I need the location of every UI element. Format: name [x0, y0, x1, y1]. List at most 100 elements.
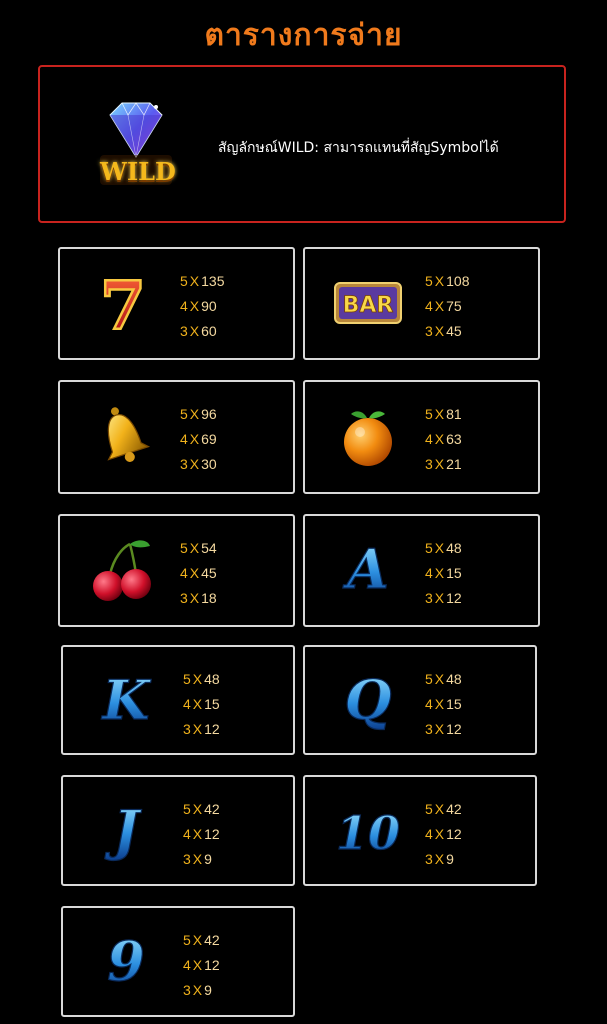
match-count: 5 [183, 671, 191, 687]
multiplier-value: 48 [446, 671, 462, 687]
svg-text:A: A [342, 537, 389, 601]
payout-row: 5 X 135 [180, 269, 225, 294]
times-sign: X [434, 273, 445, 289]
match-count: 4 [425, 565, 433, 581]
multiplier-value: 9 [446, 851, 454, 867]
payout-row: 5 X 42 [425, 797, 462, 822]
times-sign: X [192, 957, 203, 973]
payout-row: 5 X 108 [425, 269, 470, 294]
match-count: 4 [425, 431, 433, 447]
payout-list: 5 X 48 4 X 15 3 X 12 [425, 667, 462, 742]
multiplier-value: 15 [446, 565, 462, 581]
match-count: 4 [183, 696, 191, 712]
payout-row: 5 X 42 [183, 928, 220, 953]
match-count: 5 [180, 406, 188, 422]
payout-list: 5 X 48 4 X 15 3 X 12 [425, 536, 462, 611]
payout-list: 5 X 108 4 X 75 3 X 45 [425, 269, 470, 344]
multiplier-value: 42 [204, 801, 220, 817]
match-count: 4 [425, 826, 433, 842]
payout-row: 3X9 [425, 847, 462, 872]
payout-row: 5 X 96 [180, 402, 217, 427]
multiplier-value: 9 [204, 851, 212, 867]
multiplier-value: 12 [204, 826, 220, 842]
times-sign: X [434, 298, 445, 314]
times-sign: X [434, 456, 445, 472]
bar-icon: BAR [333, 267, 403, 339]
times-sign: X [434, 565, 445, 581]
letter-k-icon: K [91, 665, 161, 737]
payout-row: 3 X 12 [425, 586, 462, 611]
seven-icon: 7 [88, 266, 158, 347]
svg-text:BAR: BAR [343, 293, 394, 318]
match-count: 5 [425, 273, 433, 289]
match-count: 3 [425, 323, 433, 339]
match-count: 3 [425, 851, 433, 867]
payout-row: 4 X 45 [180, 561, 217, 586]
paytable-card: Q 5 X 48 4 X 15 3 X 12 [303, 645, 537, 755]
multiplier-value: 12 [204, 721, 220, 737]
times-sign: X [434, 671, 445, 687]
payout-row: 3 X 12 [425, 717, 462, 742]
payout-row: 3X9 [183, 847, 220, 872]
paytable-card: K 5 X 48 4 X 15 3 X 12 [61, 645, 295, 755]
match-count: 5 [425, 540, 433, 556]
times-sign: X [192, 982, 203, 998]
payout-row: 5 X 48 [425, 536, 462, 561]
payout-row: 4 X 15 [425, 561, 462, 586]
payout-list: 5 X 135 4 X 90 3 X 60 [180, 269, 225, 344]
svg-text:10: 10 [336, 806, 400, 860]
letter-q-icon: Q [333, 665, 403, 737]
times-sign: X [192, 801, 203, 817]
match-count: 3 [180, 456, 188, 472]
payout-list: 5 X 48 4 X 15 3 X 12 [183, 667, 220, 742]
times-sign: X [434, 851, 445, 867]
match-count: 4 [183, 957, 191, 973]
cherry-icon [88, 534, 158, 606]
payout-row: 4 X 63 [425, 427, 462, 452]
times-sign: X [434, 826, 445, 842]
number-9-icon: 9 [91, 926, 161, 998]
svg-text:Q: Q [344, 668, 391, 732]
times-sign: X [192, 826, 203, 842]
times-sign: X [189, 590, 200, 606]
payout-row: 4 X 75 [425, 294, 470, 319]
paytable-card: 10 5 X 42 4 X 12 3 X 9 [303, 775, 537, 886]
match-count: 3 [183, 982, 191, 998]
times-sign: X [189, 431, 200, 447]
match-count: 5 [425, 801, 433, 817]
svg-text:9: 9 [107, 929, 145, 993]
match-count: 4 [180, 565, 188, 581]
match-count: 4 [425, 696, 433, 712]
match-count: 5 [183, 932, 191, 948]
payout-row: 3 X 45 [425, 319, 470, 344]
payout-list: 5 X 96 4 X 69 3 X 30 [180, 402, 217, 477]
match-count: 5 [425, 671, 433, 687]
payout-list: 5 X 42 4 X 12 3 X 9 [183, 797, 220, 872]
letter-a-icon: A [333, 534, 403, 606]
multiplier-value: 48 [446, 540, 462, 556]
match-count: 3 [425, 590, 433, 606]
match-count: 3 [425, 456, 433, 472]
multiplier-value: 96 [201, 406, 217, 422]
multiplier-value: 108 [446, 273, 470, 289]
match-count: 5 [425, 406, 433, 422]
times-sign: X [189, 406, 200, 422]
payout-row: 5 X 42 [183, 797, 220, 822]
bell-icon [88, 400, 158, 472]
match-count: 3 [180, 590, 188, 606]
payout-list: 5 X 42 4 X 12 3 X 9 [425, 797, 462, 872]
match-count: 3 [183, 721, 191, 737]
multiplier-value: 18 [201, 590, 217, 606]
payout-list: 5 X 81 4 X 63 3 X 21 [425, 402, 462, 477]
payout-row: 4 X 12 [183, 953, 220, 978]
multiplier-value: 45 [201, 565, 217, 581]
match-count: 5 [183, 801, 191, 817]
multiplier-value: 15 [204, 696, 220, 712]
times-sign: X [434, 696, 445, 712]
payout-row: 5 X 48 [425, 667, 462, 692]
times-sign: X [192, 721, 203, 737]
multiplier-value: 54 [201, 540, 217, 556]
payout-row: 4 X 15 [183, 692, 220, 717]
paytable-card: J 5 X 42 4 X 12 3 X 9 [61, 775, 295, 886]
multiplier-value: 135 [201, 273, 225, 289]
